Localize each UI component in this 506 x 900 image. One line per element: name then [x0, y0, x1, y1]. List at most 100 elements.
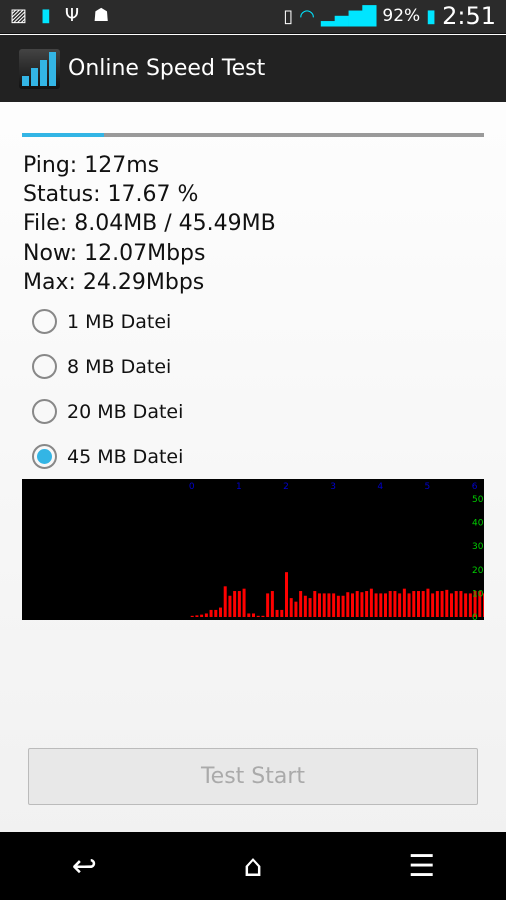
ping-text: Ping: 127ms: [23, 153, 160, 178]
battery-percent: 92%: [382, 6, 421, 26]
chart-bar: [355, 591, 359, 617]
x-tick-label: 1: [236, 482, 242, 492]
chart-bar: [417, 591, 420, 617]
x-tick-label: 6: [472, 482, 478, 492]
progress-fill: [22, 133, 104, 137]
usb-battery-icon: ▮: [41, 5, 51, 26]
chart-bar: [388, 591, 392, 617]
y-tick-label: 50: [472, 495, 484, 505]
chart-bar: [393, 591, 397, 617]
chart-bar: [398, 593, 402, 617]
x-tick-label: 4: [377, 482, 383, 492]
speed-chart: 0 1 2 3 4 5 6 0 10 20 30 40 50: [22, 479, 484, 620]
chart-bar: [313, 591, 317, 617]
chart-bar: [285, 572, 288, 617]
chart-bar: [445, 589, 449, 617]
chart-bar: [289, 598, 293, 617]
test-start-button[interactable]: Test Start: [28, 748, 478, 805]
chart-bar: [209, 609, 213, 617]
radio-button[interactable]: [32, 399, 57, 424]
chart-bar: [435, 591, 439, 617]
menu-icon[interactable]: ☰: [392, 849, 452, 884]
y-tick-label: 40: [472, 519, 484, 529]
x-tick-label: 2: [283, 482, 289, 492]
x-tick-label: 5: [425, 482, 431, 492]
radio-label: 45 MB Datei: [67, 445, 184, 468]
chart-bar: [374, 593, 378, 617]
chart-bar: [237, 591, 241, 617]
status-text: Status: 17.67 %: [23, 182, 199, 207]
radio-button[interactable]: [32, 309, 57, 334]
radio-option[interactable]: 8 MB Datei: [32, 354, 171, 379]
chart-bar: [327, 593, 331, 617]
chart-bar: [341, 595, 345, 617]
clock: 2:51: [442, 2, 496, 30]
chart-bar: [270, 591, 274, 617]
chart-bar: [336, 595, 340, 617]
chart-bar: [318, 593, 321, 617]
chart-bar: [322, 593, 326, 617]
chart-bar: [190, 615, 194, 617]
chart-bar: [384, 593, 387, 617]
chart-bar: [402, 588, 406, 617]
chart-bar: [195, 615, 199, 617]
progress-bar: [22, 133, 484, 137]
file-text: File: 8.04MB / 45.49MB: [23, 211, 276, 236]
chart-bar: [421, 591, 425, 617]
chart-bar: [200, 614, 204, 617]
usb-icon: Ψ: [64, 5, 80, 26]
chart-bar: [459, 591, 463, 617]
chart-bar: [379, 593, 383, 617]
chart-bar: [242, 588, 246, 617]
chart-bar: [228, 595, 232, 617]
radio-option[interactable]: 1 MB Datei: [32, 309, 171, 334]
chart-bar: [369, 588, 373, 617]
test-start-label: Test Start: [200, 764, 306, 789]
chart-bar: [407, 593, 411, 617]
chart-bar: [365, 591, 369, 617]
chart-bar: [431, 593, 435, 617]
radio-label: 1 MB Datei: [67, 310, 172, 333]
chart-bar: [450, 593, 453, 617]
y-tick-label: 20: [472, 566, 484, 576]
battery-charging-icon: ▮: [426, 5, 437, 27]
chart-bar: [303, 595, 307, 617]
chart-bar: [346, 592, 350, 617]
chart-bar: [332, 593, 336, 617]
gallery-icon: ▨: [10, 5, 28, 26]
radio-option[interactable]: 45 MB Datei: [32, 444, 183, 469]
radio-label: 8 MB Datei: [67, 355, 172, 378]
chart-bar: [214, 609, 218, 617]
chart-bar: [308, 598, 312, 617]
chart-bar: [256, 615, 260, 617]
status-bar: ▨ ▮ Ψ ☗ ▯ ◠ ▂▄▆█ 92% ▮ 2:51: [0, 0, 506, 34]
chart-bar: [351, 593, 354, 617]
chart-bar: [261, 615, 265, 617]
chart-bar: [252, 613, 255, 617]
back-icon[interactable]: ↩: [54, 849, 114, 884]
wifi-icon: ◠: [299, 5, 316, 27]
android-debug-icon: ☗: [93, 5, 110, 26]
chart-bar: [464, 593, 468, 617]
chart-bar: [275, 609, 279, 617]
chart-bar: [412, 591, 416, 617]
now-speed-text: Now: 12.07Mbps: [23, 241, 206, 266]
chart-bar: [360, 592, 364, 617]
app-title: Online Speed Test: [68, 56, 266, 81]
radio-button[interactable]: [32, 354, 57, 379]
radio-option[interactable]: 20 MB Datei: [32, 399, 183, 424]
x-tick-label: 0: [189, 482, 195, 492]
radio-button[interactable]: [32, 444, 57, 469]
chart-bar: [233, 591, 237, 617]
vibrate-icon: ▯: [283, 5, 294, 27]
chart-bar: [294, 601, 298, 617]
navigation-bar: ↩ ⌂ ☰: [0, 832, 506, 900]
chart-bar: [223, 586, 227, 617]
x-tick-label: 3: [330, 482, 336, 492]
chart-bar: [454, 591, 458, 617]
chart-bar: [247, 613, 251, 617]
chart-bar: [204, 613, 208, 617]
y-tick-label: 0: [472, 613, 478, 620]
home-icon[interactable]: ⌂: [223, 849, 283, 884]
max-speed-text: Max: 24.29Mbps: [23, 270, 205, 295]
